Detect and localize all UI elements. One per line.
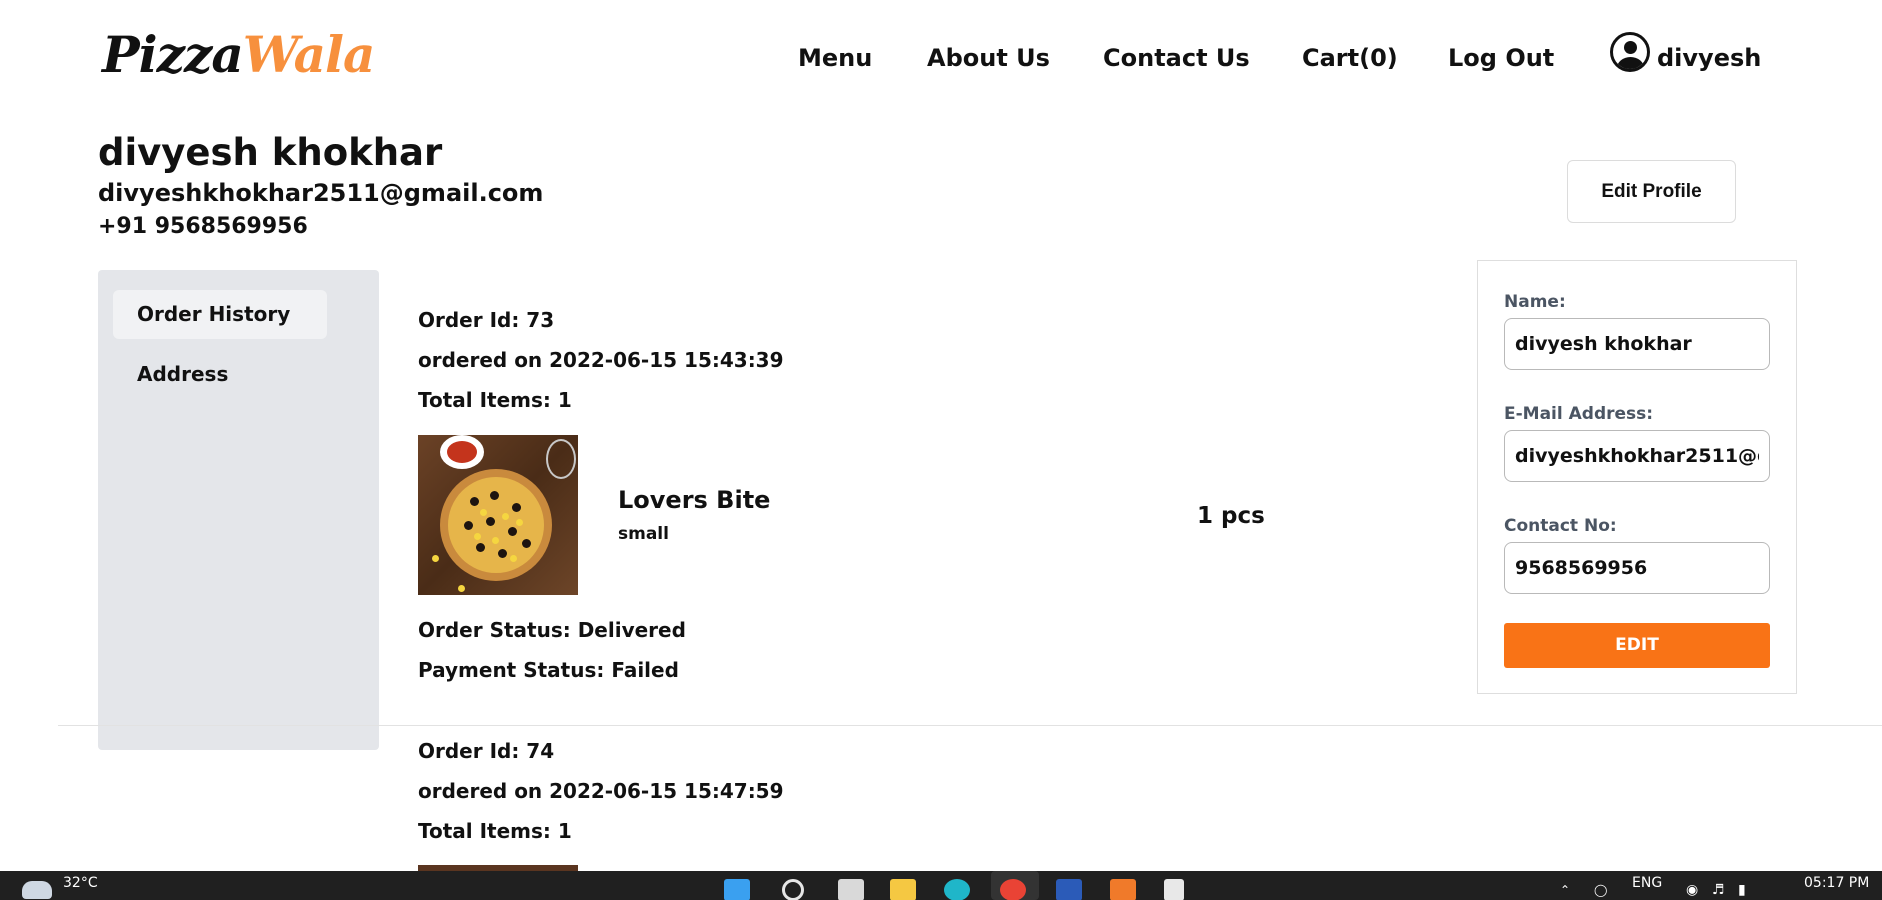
clock-time[interactable]: 05:17 PM: [1804, 875, 1869, 891]
windows-taskbar: 32°C ⌃ ◯ ENG ◉ ♬ ▮ 05:17 PM: [0, 871, 1882, 900]
order-item-name: Lovers Bite: [618, 486, 771, 514]
order-status: Order Status: Delivered: [418, 618, 686, 642]
order-date: ordered on 2022-06-15 15:43:39: [418, 348, 784, 372]
language-indicator[interactable]: ENG: [1632, 875, 1662, 891]
edit-profile-form: Name: E-Mail Address: Contact No: EDIT: [1477, 260, 1797, 694]
contact-label: Contact No:: [1504, 516, 1617, 536]
battery-icon[interactable]: ▮: [1738, 882, 1746, 898]
profile-email: divyeshkhokhar2511@gmail.com: [98, 179, 544, 207]
chevron-up-icon[interactable]: ⌃: [1560, 882, 1570, 898]
name-field[interactable]: [1504, 318, 1770, 370]
order-id: Order Id: 73: [418, 308, 555, 332]
payment-status: Payment Status: Failed: [418, 658, 679, 682]
sidebar-item-address[interactable]: Address: [113, 350, 327, 399]
order-total-items: Total Items: 1: [418, 388, 572, 412]
file-explorer-icon[interactable]: [890, 879, 916, 900]
pizza-image: [418, 435, 578, 595]
pen-icon[interactable]: ◯: [1594, 882, 1607, 898]
order-item-quantity: 1 pcs: [1197, 503, 1265, 529]
profile-name: divyesh khokhar: [98, 131, 443, 174]
user-avatar-icon[interactable]: [1610, 32, 1650, 72]
edit-profile-button[interactable]: Edit Profile: [1567, 160, 1736, 223]
email-field[interactable]: [1504, 430, 1770, 482]
main-nav: Menu About Us Contact Us Cart(0) Log Out…: [0, 36, 1882, 80]
order-item-size: small: [618, 524, 669, 544]
nav-about-link[interactable]: About Us: [927, 36, 1050, 80]
edit-submit-button[interactable]: EDIT: [1504, 623, 1770, 668]
edge-browser-icon[interactable]: [944, 879, 970, 900]
search-icon[interactable]: [782, 879, 804, 900]
profile-sidebar: Order History Address: [98, 270, 379, 750]
snipping-tool-icon[interactable]: [1164, 879, 1184, 900]
task-view-icon[interactable]: [838, 879, 864, 900]
order-total-items: Total Items: 1: [418, 819, 572, 843]
order-date: ordered on 2022-06-15 15:47:59: [418, 779, 784, 803]
nav-user-link[interactable]: divyesh: [1657, 36, 1761, 80]
weather-cloud-icon[interactable]: [22, 881, 52, 899]
chrome-browser-icon[interactable]: [1000, 879, 1026, 900]
sidebar-item-order-history[interactable]: Order History: [113, 290, 327, 339]
wifi-icon[interactable]: ◉: [1686, 882, 1698, 898]
windows-start-icon[interactable]: [724, 879, 750, 900]
nav-contact-link[interactable]: Contact Us: [1103, 36, 1250, 80]
order-id: Order Id: 74: [418, 739, 555, 763]
name-label: Name:: [1504, 292, 1566, 312]
email-label: E-Mail Address:: [1504, 404, 1654, 424]
nav-logout-link[interactable]: Log Out: [1448, 36, 1554, 80]
nav-cart-link[interactable]: Cart(0): [1302, 36, 1398, 80]
xampp-app-icon[interactable]: [1110, 879, 1136, 900]
order-divider: [58, 725, 1882, 726]
word-app-icon[interactable]: [1056, 879, 1082, 900]
contact-field[interactable]: [1504, 542, 1770, 594]
weather-temperature[interactable]: 32°C: [63, 874, 98, 892]
volume-icon[interactable]: ♬: [1712, 882, 1725, 898]
nav-menu-link[interactable]: Menu: [798, 36, 872, 80]
profile-phone: +91 9568569956: [98, 214, 308, 239]
